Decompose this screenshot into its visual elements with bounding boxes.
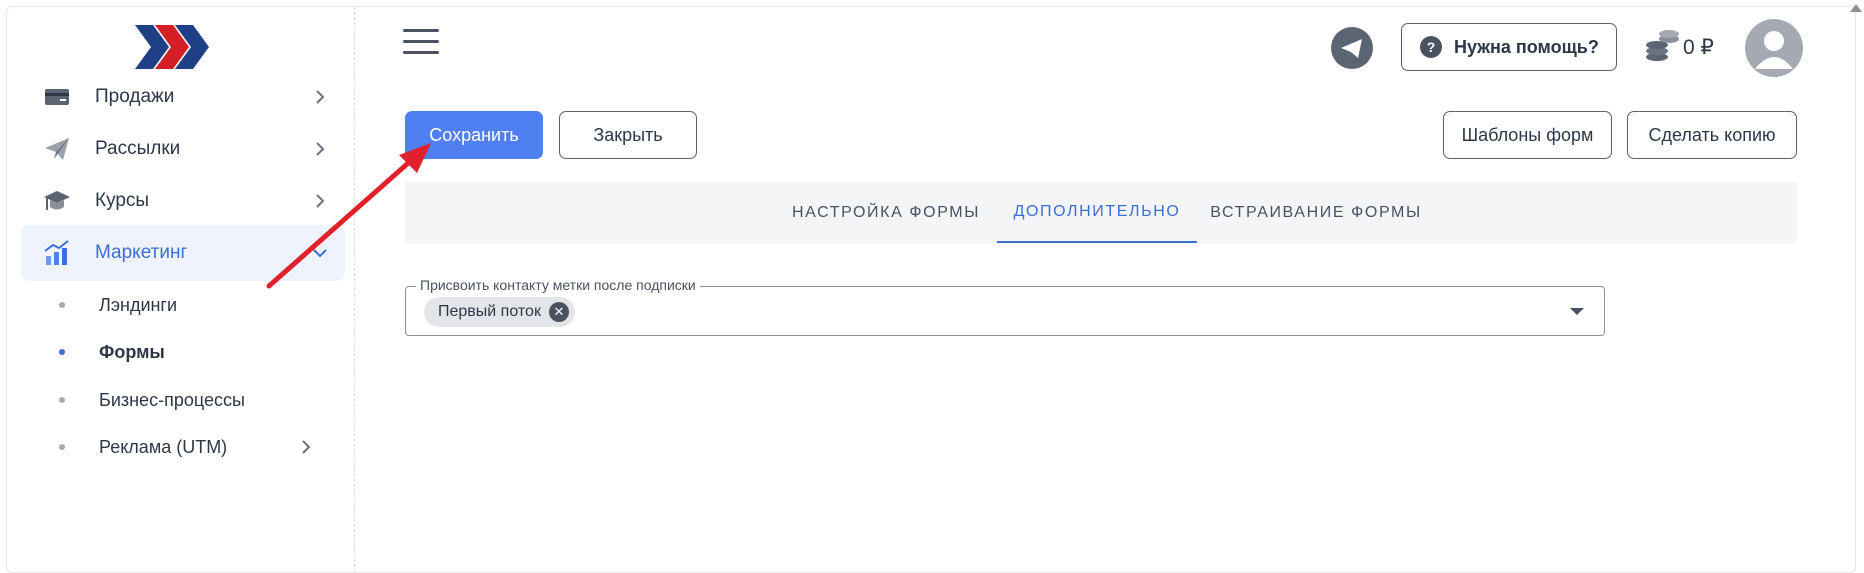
save-button[interactable]: Сохранить bbox=[405, 111, 543, 159]
sidebar-subitem-label: Формы bbox=[99, 341, 165, 362]
sidebar-subitem-ads-utm[interactable]: Реклама (UTM) bbox=[21, 427, 345, 467]
chevrons-logo-icon bbox=[135, 25, 209, 69]
page-scrollbar[interactable] bbox=[1846, 0, 1864, 573]
bullet-dot bbox=[59, 397, 65, 403]
telegram-icon bbox=[1341, 39, 1362, 58]
help-button[interactable]: ? Нужна помощь? bbox=[1401, 23, 1617, 71]
bullet-dot bbox=[59, 444, 65, 450]
app-frame: Продажи Рассылки Курсы Маркетинг Лэндинг… bbox=[6, 6, 1856, 573]
close-button[interactable]: Закрыть bbox=[559, 111, 697, 159]
credit-card-icon bbox=[45, 89, 69, 105]
tag-chip: Первый поток ✕ bbox=[424, 297, 575, 327]
remove-tag-icon[interactable]: ✕ bbox=[548, 302, 569, 322]
chevron-down-icon bbox=[313, 249, 327, 258]
dropdown-caret-icon[interactable] bbox=[1570, 308, 1584, 315]
user-avatar[interactable] bbox=[1745, 19, 1803, 77]
chevron-right-icon bbox=[316, 194, 325, 208]
sidebar-item-label: Маркетинг bbox=[95, 242, 188, 263]
chevron-right-icon bbox=[316, 90, 325, 104]
menu-toggle-button[interactable] bbox=[403, 29, 439, 63]
chevron-right-icon bbox=[302, 440, 311, 454]
tab-form-settings[interactable]: НАСТРОЙКА ФОРМЫ bbox=[783, 182, 989, 243]
sidebar-subitem-business-processes[interactable]: Бизнес-процессы bbox=[21, 380, 345, 420]
hamburger-line bbox=[403, 40, 439, 43]
balance-amount[interactable]: 0 ₽ bbox=[1683, 35, 1714, 60]
bullet-dot bbox=[59, 349, 65, 355]
hamburger-line bbox=[403, 51, 439, 54]
form-templates-button[interactable]: Шаблоны форм bbox=[1443, 111, 1612, 159]
sidebar-item-label: Рассылки bbox=[95, 138, 181, 159]
tag-chip-label: Первый поток bbox=[438, 303, 541, 320]
hamburger-line bbox=[403, 29, 439, 32]
sidebar-item-label: Курсы bbox=[95, 190, 150, 211]
sidebar-item-sales[interactable]: Продажи bbox=[21, 69, 345, 125]
tab-form-embed[interactable]: ВСТРАИВАНИЕ ФОРМЫ bbox=[1205, 182, 1427, 243]
sidebar-item-courses[interactable]: Курсы bbox=[21, 173, 345, 229]
sidebar-subitem-forms[interactable]: Формы bbox=[21, 332, 345, 372]
tags-select[interactable]: Присвоить контакту метки после подписки … bbox=[405, 277, 1605, 336]
paper-plane-icon bbox=[45, 138, 69, 160]
chart-up-icon bbox=[44, 240, 69, 265]
sidebar-item-marketing[interactable]: Маркетинг bbox=[21, 225, 345, 281]
sidebar-subitem-landings[interactable]: Лэндинги bbox=[21, 285, 345, 325]
coins-icon bbox=[1646, 30, 1679, 61]
scroll-up-icon[interactable] bbox=[1850, 4, 1862, 12]
make-copy-button[interactable]: Сделать копию bbox=[1627, 111, 1797, 159]
telegram-button[interactable] bbox=[1331, 27, 1373, 69]
tags-select-label: Присвоить контакту метки после подписки bbox=[416, 277, 700, 293]
graduation-cap-icon bbox=[44, 191, 70, 210]
bullet-dot bbox=[59, 302, 65, 308]
tab-additional[interactable]: ДОПОЛНИТЕЛЬНО bbox=[997, 182, 1197, 243]
sidebar-item-mailings[interactable]: Рассылки bbox=[21, 121, 345, 177]
user-icon bbox=[1755, 31, 1793, 69]
chevron-right-icon bbox=[316, 142, 325, 156]
sidebar: Продажи Рассылки Курсы Маркетинг Лэндинг… bbox=[7, 7, 355, 572]
sidebar-subitem-label: Лэндинги bbox=[99, 294, 178, 315]
sidebar-subitem-label: Реклама (UTM) bbox=[99, 436, 228, 457]
sidebar-subitem-label: Бизнес-процессы bbox=[99, 389, 245, 410]
help-label: Нужна помощь? bbox=[1454, 36, 1599, 57]
sidebar-item-label: Продажи bbox=[95, 86, 175, 107]
question-icon: ? bbox=[1420, 36, 1442, 58]
form-tabs: НАСТРОЙКА ФОРМЫ ДОПОЛНИТЕЛЬНО ВСТРАИВАНИ… bbox=[405, 182, 1797, 243]
